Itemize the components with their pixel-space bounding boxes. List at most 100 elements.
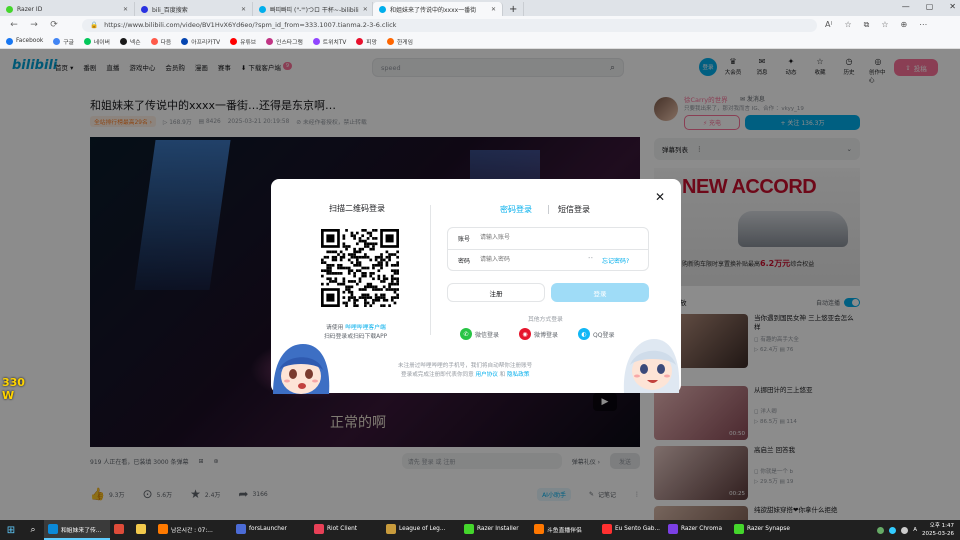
tab-favicon-icon (141, 5, 148, 13)
reload-icon[interactable]: ⟳ (48, 20, 60, 30)
url-field[interactable]: 🔒 https://www.bilibili.com/video/BV1HvX6… (82, 18, 817, 32)
bookmark-label: 트위치TV (322, 39, 347, 46)
forward-arrow-icon[interactable]: → (28, 20, 40, 30)
bookmark-label: 네이버 (93, 39, 110, 46)
register-button[interactable]: 注册 (447, 283, 545, 302)
taskbar-app[interactable] (110, 520, 132, 540)
bookmark-item[interactable]: 피망 (356, 37, 377, 46)
bookmark-item[interactable]: 한게임 (386, 37, 413, 46)
minimize-button[interactable]: — (902, 2, 910, 11)
tab-password-login[interactable]: 密码登录 (500, 204, 532, 215)
close-tab-icon[interactable]: ✕ (491, 6, 496, 13)
taskbar-app[interactable]: forsLauncher (232, 520, 310, 540)
tray-icon[interactable] (901, 526, 909, 534)
app-icon (668, 524, 678, 534)
taskbar-app[interactable]: League of Leg... (382, 520, 460, 540)
mascot-right-image (623, 339, 680, 393)
wechat-login-button[interactable]: ✆ 微信登录 (460, 328, 499, 340)
bookmark-icon (150, 37, 158, 45)
tab-label: Razer ID (17, 5, 43, 13)
split-screen-icon[interactable]: ⧉ (864, 20, 870, 30)
bookmark-item[interactable]: 트위치TV (312, 37, 347, 46)
bookmark-label: 다음 (160, 39, 172, 46)
taskbar-app-label: League of Leg... (399, 526, 446, 532)
bookmark-item[interactable]: Facebook (6, 37, 43, 45)
back-arrow-icon[interactable]: ← (8, 20, 20, 30)
taskbar-app-label: 和姐妹来了传… (61, 527, 102, 534)
maximize-button[interactable]: ▢ (926, 2, 934, 11)
user-agreement-link[interactable]: 用户协议 (476, 372, 498, 378)
taskbar-app[interactable]: 斗鱼直播伴侣 (530, 520, 598, 540)
account-input[interactable] (480, 231, 640, 245)
bookmark-item[interactable]: 아프리카TV (181, 37, 220, 46)
browser-tab[interactable]: bili_百度搜索 ✕ (135, 2, 253, 16)
close-tab-icon[interactable]: ✕ (241, 6, 246, 13)
windows-start-icon[interactable]: ⊞ (0, 525, 22, 536)
taskbar-app[interactable]: Razer Chroma (664, 520, 730, 540)
close-window-button[interactable]: ✕ (949, 2, 956, 11)
close-icon[interactable]: ✕ (655, 190, 665, 204)
privacy-policy-link[interactable]: 隐私政策 (507, 372, 529, 378)
bookmark-item[interactable]: 유튜브 (230, 37, 256, 46)
tab-favicon-icon (379, 5, 386, 13)
taskbar-app[interactable]: Eu Sento Gab... (598, 520, 664, 540)
app-icon (386, 524, 396, 534)
menu-icon[interactable]: ⋯ (919, 20, 927, 30)
close-tab-icon[interactable]: ✕ (123, 6, 128, 13)
qq-icon: ◐ (578, 328, 590, 340)
qr-login-title: 扫描二维码登录 (329, 204, 385, 213)
qq-login-button[interactable]: ◐ QQ登录 (578, 328, 614, 340)
taskbar-app[interactable]: 和姐妹来了传… (44, 520, 110, 540)
weibo-icon: ◉ (519, 328, 531, 340)
qq-login-label: QQ登录 (593, 331, 615, 339)
system-clock[interactable]: 오후 1:47 2025-03-26 (922, 522, 954, 538)
taskbar-app[interactable] (132, 520, 154, 540)
bookmark-icon (230, 37, 238, 45)
tab-sms-login[interactable]: 短信登录 (558, 204, 590, 215)
taskbar-app[interactable]: Razer Installer (460, 520, 530, 540)
bookmark-item[interactable]: 네이버 (83, 37, 110, 46)
favorite-star-icon[interactable]: ☆ (844, 20, 851, 30)
bookmark-item[interactable]: 인스타그램 (266, 37, 303, 46)
bookmark-item[interactable]: 구글 (53, 37, 74, 46)
app-icon (48, 524, 58, 534)
bookmark-icon (53, 37, 61, 45)
bookmark-label: 한게임 (396, 39, 413, 46)
login-button[interactable]: 登录 (551, 283, 649, 302)
tray-icon[interactable] (889, 526, 897, 534)
tray-icon[interactable] (877, 526, 885, 534)
extensions-icon[interactable]: ⊕ (901, 20, 908, 30)
taskbar-search-icon[interactable]: ⌕ (22, 525, 44, 535)
forgot-password-link[interactable]: 忘记密码? (602, 256, 629, 265)
read-aloud-icon[interactable]: A⁾ (825, 20, 832, 30)
new-tab-button[interactable]: + (503, 2, 525, 16)
address-bar-row: ← → ⟳ 🔒 https://www.bilibili.com/video/B… (0, 16, 960, 34)
browser-tab[interactable]: 和姐妹来了传说中的xxxx一番街 ✕ (373, 2, 503, 16)
bookmark-label: 구글 (63, 39, 74, 46)
bookmark-item[interactable]: 다음 (150, 37, 172, 46)
weibo-login-button[interactable]: ◉ 微博登录 (519, 328, 558, 340)
system-tray: A 오후 1:47 2025-03-26 (877, 522, 960, 538)
input-language[interactable]: A (913, 527, 917, 533)
eye-icon[interactable]: ⁃⁃ (588, 256, 593, 262)
close-tab-icon[interactable]: ✕ (363, 6, 368, 13)
tab-favicon-icon (259, 5, 266, 13)
password-input[interactable] (480, 253, 580, 267)
taskbar-app-label: Razer Synapse (747, 526, 790, 532)
taskbar-app[interactable]: 남은시간 : 07:... (154, 520, 232, 540)
password-label: 密码 (458, 258, 471, 265)
bookmark-item[interactable]: 넥슨 (119, 37, 141, 46)
tab-label: 빠띠빠띠 ("-"')つロ 干杯~-bilibili (270, 6, 359, 14)
qr-code (321, 229, 399, 307)
favorites-icon[interactable]: ☆ (881, 20, 888, 30)
app-icon (464, 524, 474, 534)
taskbar-app-label: Razer Installer (477, 526, 519, 532)
tab-separator (548, 205, 549, 214)
browser-tab[interactable]: 빠띠빠띠 ("-"')つロ 干杯~-bilibili ✕ (253, 2, 373, 16)
taskbar-app[interactable]: Razer Synapse (730, 520, 796, 540)
windows-taskbar: ⊞ ⌕ 和姐妹来了传… 남은시간 : 07:... forsLauncher Riot C… (0, 520, 960, 540)
taskbar-app[interactable]: Riot Client (310, 520, 382, 540)
browser-tab[interactable]: Razer ID ✕ (0, 2, 135, 16)
bookmark-label: 인스타그램 (276, 39, 303, 46)
wechat-icon: ✆ (460, 328, 472, 340)
